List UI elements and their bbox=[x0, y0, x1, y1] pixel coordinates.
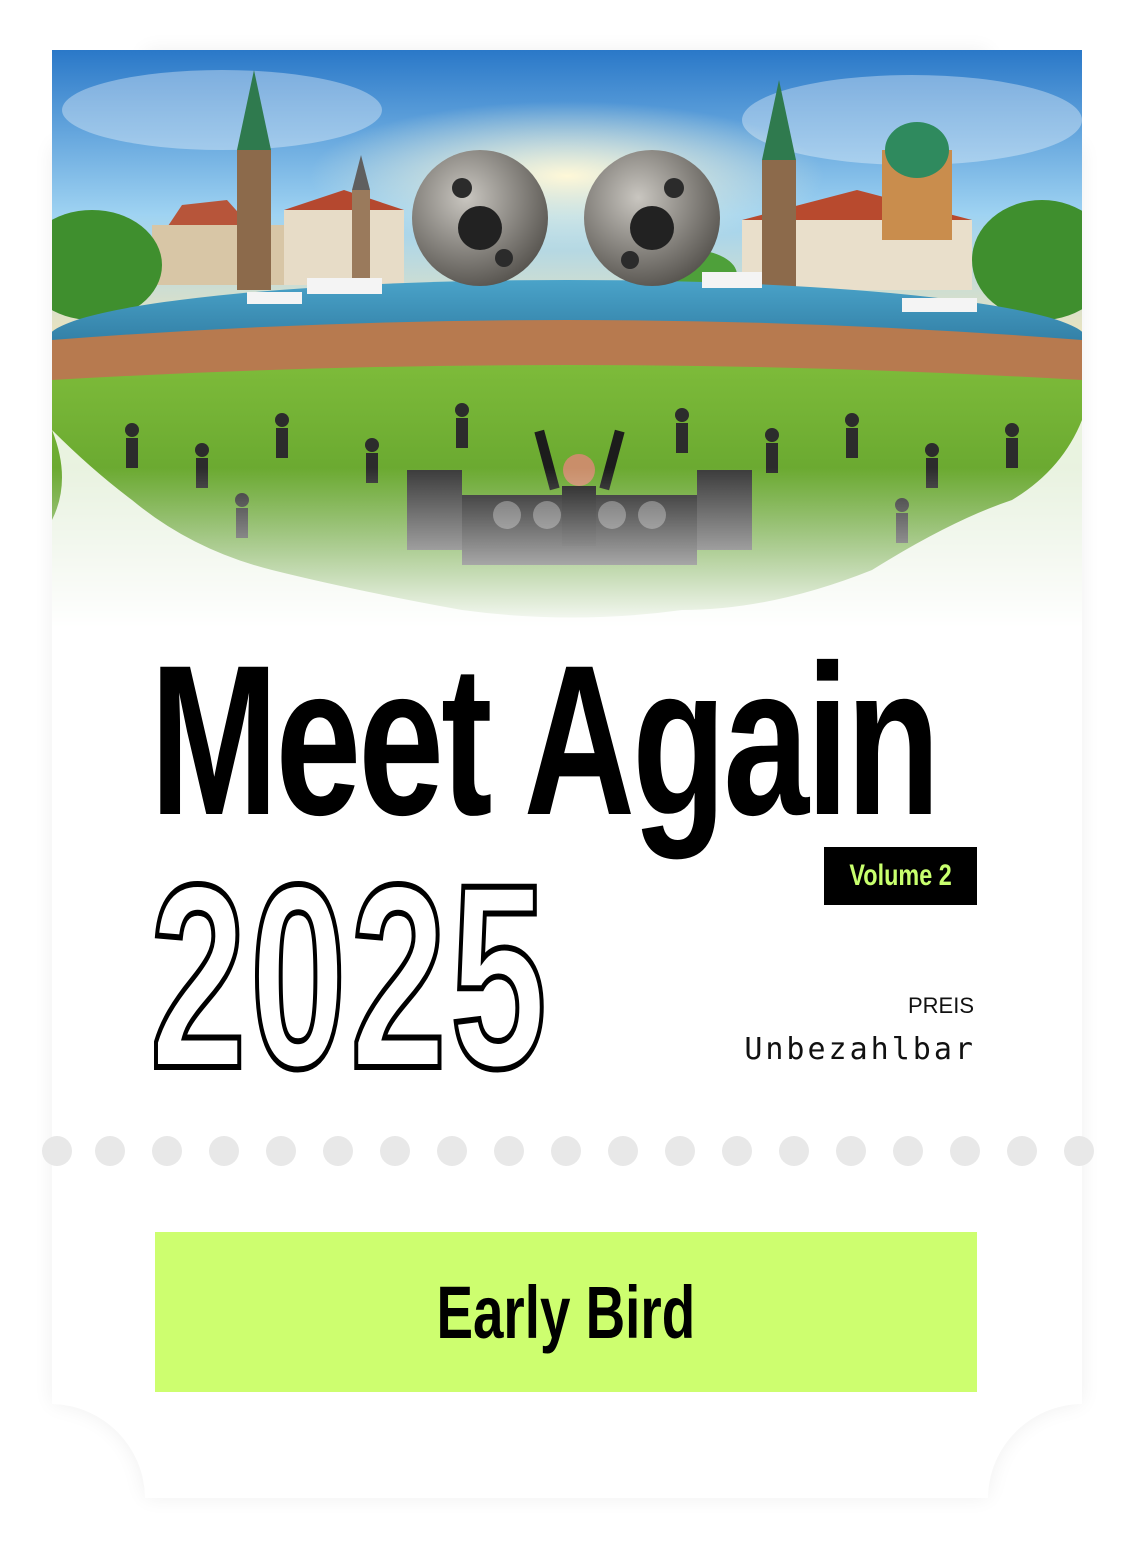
perforation-dot bbox=[551, 1136, 581, 1166]
perforation-dot bbox=[722, 1136, 752, 1166]
price-value: Unbezahlbar bbox=[744, 1032, 976, 1067]
perforation-dot bbox=[42, 1136, 72, 1166]
perforation-dot bbox=[494, 1136, 524, 1166]
perforation-dot bbox=[266, 1136, 296, 1166]
perforation-dot bbox=[608, 1136, 638, 1166]
perforation-dot bbox=[665, 1136, 695, 1166]
ticket-type-label: Early Bird bbox=[436, 1270, 696, 1354]
perforation-dot bbox=[437, 1136, 467, 1166]
price-label: PREIS bbox=[907, 993, 974, 1018]
perforation-dot bbox=[1007, 1136, 1037, 1166]
perforation-dot bbox=[836, 1136, 866, 1166]
perforation-dot bbox=[152, 1136, 182, 1166]
perforation-dot bbox=[323, 1136, 353, 1166]
ticket-type-banner: Early Bird bbox=[155, 1232, 977, 1392]
perforation-dot bbox=[893, 1136, 923, 1166]
perforation-dot bbox=[95, 1136, 125, 1166]
volume-label: Volume 2 bbox=[849, 859, 952, 892]
perforation-dot bbox=[380, 1136, 410, 1166]
perforation-dot bbox=[1064, 1136, 1094, 1166]
ticket-perforation bbox=[42, 1136, 1094, 1168]
hero-illustration bbox=[52, 50, 1082, 630]
perforation-dot bbox=[779, 1136, 809, 1166]
perforation-dot bbox=[209, 1136, 239, 1166]
perforation-dot bbox=[950, 1136, 980, 1166]
volume-badge: Volume 2 bbox=[824, 847, 977, 905]
event-title: Meet Again bbox=[150, 621, 940, 860]
event-year: 2025 bbox=[148, 830, 551, 1123]
